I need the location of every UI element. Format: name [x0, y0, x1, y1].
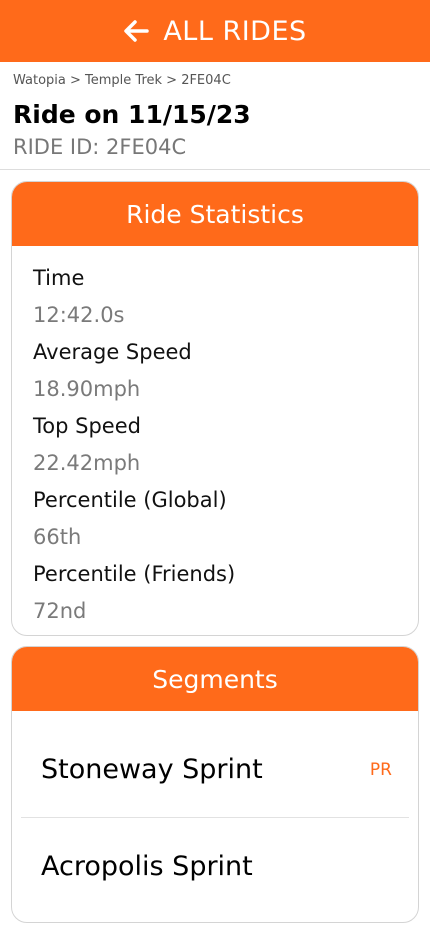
- segment-row-stoneway-sprint[interactable]: Stoneway Sprint PR: [21, 722, 409, 818]
- breadcrumb: Watopia > Temple Trek > 2FE04C: [13, 73, 231, 88]
- ride-statistics-card: Ride Statistics Time 12:42.0s Average Sp…: [11, 181, 419, 636]
- page-title: Ride on 11/15/23: [13, 100, 251, 129]
- stat-label-time: Time: [33, 266, 85, 290]
- ride-statistics-header: Ride Statistics: [12, 182, 418, 246]
- stat-value-percentile-global: 66th: [33, 525, 82, 549]
- stat-label-percentile-global: Percentile (Global): [33, 488, 227, 512]
- stat-value-average-speed: 18.90mph: [33, 377, 141, 401]
- arrow-left-icon: [123, 20, 150, 42]
- segment-name: Acropolis Sprint: [41, 850, 253, 882]
- stat-value-time: 12:42.0s: [33, 303, 125, 327]
- back-button-label: ALL RIDES: [163, 15, 307, 47]
- pr-badge: PR: [369, 759, 392, 780]
- ride-id: RIDE ID: 2FE04C: [13, 135, 187, 159]
- divider: [0, 169, 430, 170]
- segment-name: Stoneway Sprint: [41, 754, 263, 785]
- segment-row-acropolis-sprint[interactable]: Acropolis Sprint: [21, 818, 409, 914]
- back-to-all-rides-button[interactable]: ALL RIDES: [0, 0, 430, 62]
- stat-label-average-speed: Average Speed: [33, 340, 192, 364]
- segments-header: Segments: [12, 647, 418, 711]
- stat-value-percentile-friends: 72nd: [33, 599, 87, 623]
- stat-value-top-speed: 22.42mph: [33, 451, 141, 475]
- segments-card: Segments Stoneway Sprint PR Acropolis Sp…: [11, 646, 419, 923]
- stat-label-top-speed: Top Speed: [33, 414, 141, 438]
- stat-label-percentile-friends: Percentile (Friends): [33, 562, 236, 586]
